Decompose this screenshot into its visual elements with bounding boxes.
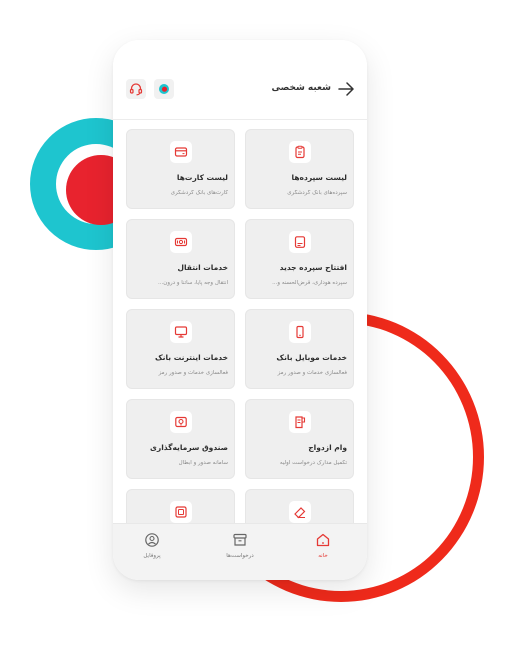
card-subtitle: کارت‌های بانک گردشگری: [170, 190, 228, 196]
nav-label: خانه: [318, 553, 328, 559]
card-title: صندوق سرمایه‌گذاری: [150, 443, 228, 452]
card-internet-bank[interactable]: خدمات اینترنت بانک فعالسازی خدمات و صدور…: [126, 309, 235, 389]
new-deposit-icon: [294, 236, 305, 248]
services-grid: لیست سپرده‌ها سپرده‌های بانک گردشگری لیس…: [113, 121, 367, 523]
card-cheque[interactable]: [245, 489, 354, 523]
card-subtitle: انتقال وجه پایا، ساتنا و درون...: [158, 280, 228, 286]
card-subtitle: سامانه صدور و ابطال: [178, 460, 228, 466]
app-header: شعبه شخصی: [113, 40, 367, 120]
page-title: شعبه شخصی: [271, 83, 331, 93]
nav-label: درخواست‌ها: [226, 553, 254, 559]
card-deposit-list[interactable]: لیست سپرده‌ها سپرده‌های بانک گردشگری: [245, 129, 354, 209]
card-subtitle: سپرده‌های بانک گردشگری: [287, 190, 347, 196]
card-new-deposit[interactable]: افتتاح سپرده جدید سپرده هوداری، قرض‌الحس…: [245, 219, 354, 299]
card-title: خدمات انتقال: [177, 263, 228, 272]
card-marriage-loan[interactable]: وام ازدواج تکمیل مدارک درخواست اولیه: [245, 399, 354, 479]
nav-item-requests[interactable]: درخواست‌ها: [210, 532, 270, 572]
investment-fund-icon: [174, 416, 187, 428]
card-mobile-bank[interactable]: خدمات موبایل بانک فعالسازی خدمات و صدور …: [245, 309, 354, 389]
card-transfer[interactable]: خدمات انتقال انتقال وجه پایا، ساتنا و در…: [126, 219, 235, 299]
transfer-icon: [174, 237, 187, 247]
stage: شعبه شخصی: [0, 0, 507, 662]
card-subtitle: فعالسازی خدمات و صدور رمز: [277, 370, 347, 376]
card-title: لیست کارت‌ها: [176, 173, 228, 182]
card-list-icon: [174, 147, 187, 157]
card-subtitle: تکمیل مدارک درخواست اولیه: [279, 460, 347, 466]
mobile-bank-icon: [295, 325, 304, 339]
card-investment-fund[interactable]: صندوق سرمایه‌گذاری سامانه صدور و ابطال: [126, 399, 235, 479]
internet-bank-icon: [174, 326, 187, 338]
card-title: افتتاح سپرده جدید: [279, 263, 347, 272]
card-box[interactable]: [126, 489, 235, 523]
support-button[interactable]: [126, 79, 146, 99]
deposit-list-icon: [294, 145, 305, 159]
card-title: لیست سپرده‌ها: [291, 173, 347, 182]
card-title: خدمات اینترنت بانک: [154, 353, 228, 362]
card-title: خدمات موبایل بانک: [276, 353, 347, 362]
nav-item-home[interactable]: خانه: [293, 532, 353, 572]
card-card-list[interactable]: لیست کارت‌ها کارت‌های بانک گردشگری: [126, 129, 235, 209]
card-subtitle: سپرده هوداری، قرض‌الحسنه و...: [272, 280, 347, 286]
bottom-navigation: خانه درخواست‌ها پروفایل: [113, 523, 367, 580]
nav-label: پروفایل: [143, 553, 161, 559]
home-icon: [316, 533, 330, 547]
box-icon: [174, 506, 187, 518]
bank-logo-button[interactable]: [154, 79, 174, 99]
arrow-right-icon[interactable]: [337, 82, 355, 96]
card-title: وام ازدواج: [308, 443, 347, 452]
nav-item-profile[interactable]: پروفایل: [122, 532, 182, 572]
profile-icon: [145, 533, 159, 547]
phone-frame: شعبه شخصی: [113, 40, 367, 580]
card-subtitle: فعالسازی خدمات و صدور رمز: [158, 370, 228, 376]
marriage-loan-icon: [294, 416, 305, 429]
cheque-icon: [293, 507, 305, 519]
headset-icon: [129, 83, 143, 96]
bank-logo-icon: [159, 84, 169, 94]
requests-icon: [233, 533, 247, 546]
